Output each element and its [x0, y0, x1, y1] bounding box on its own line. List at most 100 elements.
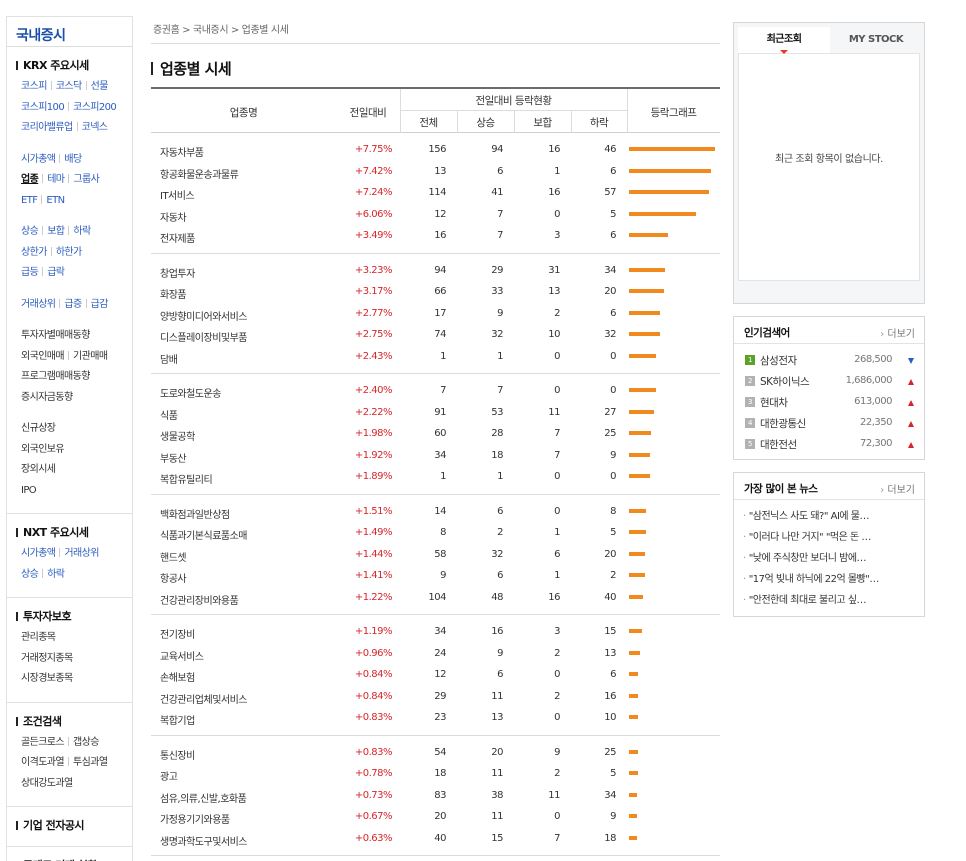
sidebar-link[interactable]: 급등 — [21, 267, 39, 278]
sidebar-link[interactable]: 급증 — [64, 299, 82, 310]
table-row[interactable]: 전자제품 +3.49% 16 7 3 6 — [151, 225, 720, 247]
sidebar-title[interactable]: 국내증시 — [7, 17, 132, 47]
sidebar-link[interactable]: 하락 — [47, 569, 65, 580]
popular-item[interactable]: 1 삼성전자 268,500 — [734, 350, 924, 371]
sector-name[interactable]: 디스플레이장비및부품 — [160, 329, 248, 344]
sidebar-link[interactable]: 기관매매 — [73, 351, 108, 362]
table-row[interactable]: 교육서비스 +0.96% 24 9 2 13 — [151, 643, 720, 665]
sidebar-link[interactable]: 투심과열 — [73, 757, 108, 768]
sector-name[interactable]: 복합기업 — [160, 712, 195, 727]
sidebar-link[interactable]: 증시자금동향 — [21, 392, 73, 403]
sidebar-link[interactable]: 거래상위 — [21, 299, 56, 310]
sidebar-link[interactable]: 급감 — [91, 299, 109, 310]
sidebar-link[interactable]: 코넥스 — [82, 122, 108, 133]
stock-name[interactable]: 대한전선 — [760, 437, 797, 452]
stock-name[interactable]: 삼성전자 — [760, 353, 797, 368]
sector-name[interactable]: 도로와철도운송 — [160, 385, 221, 400]
sidebar-link[interactable]: 관리종목 — [21, 632, 56, 643]
sidebar-section-title[interactable]: NXT 주요시세 — [16, 524, 132, 542]
sidebar-section-title[interactable]: 기업 전자공시 — [16, 817, 132, 835]
sector-name[interactable]: 전기장비 — [160, 626, 195, 641]
stock-name[interactable]: 현대차 — [760, 395, 788, 410]
sector-name[interactable]: 가정용기기와용품 — [160, 811, 230, 826]
table-row[interactable]: 건강관리장비와용품 +1.22% 104 48 16 40 — [151, 587, 720, 609]
sidebar-link[interactable]: 코스피 — [21, 81, 47, 92]
table-row[interactable]: 양방향미디어와서비스 +2.77% 17 9 2 6 — [151, 303, 720, 325]
sidebar-link[interactable]: 장외시세 — [21, 464, 56, 475]
table-row[interactable]: 가정용기기와용품 +0.67% 20 11 0 9 — [151, 806, 720, 828]
sidebar-link[interactable]: 선물 — [91, 81, 109, 92]
sector-name[interactable]: 항공사 — [160, 570, 187, 585]
table-row[interactable]: 생명과학도구및서비스 +0.63% 40 15 7 18 — [151, 828, 720, 850]
sector-name[interactable]: 전자제품 — [160, 230, 195, 245]
table-row[interactable]: 디스플레이장비및부품 +2.75% 74 32 10 32 — [151, 324, 720, 346]
table-row[interactable]: 복합유틸리티 +1.89% 1 1 0 0 — [151, 466, 720, 488]
sidebar-section-title[interactable]: KRX 주요시세 — [16, 57, 132, 75]
sidebar-link[interactable]: 갭상승 — [73, 737, 99, 748]
table-row[interactable]: 핸드셋 +1.44% 58 32 6 20 — [151, 544, 720, 566]
table-row[interactable]: 생물공학 +1.98% 60 28 7 25 — [151, 423, 720, 445]
sidebar-link[interactable]: 시가총액 — [21, 154, 56, 165]
table-row[interactable]: 광고 +0.78% 18 11 2 5 — [151, 763, 720, 785]
sidebar-section-title[interactable]: 공매도 거래 현황 — [16, 857, 132, 861]
sector-name[interactable]: 화장품 — [160, 286, 187, 301]
news-item[interactable]: "낮에 주식창만 보더니 밤에… — [734, 548, 922, 569]
table-row[interactable]: 자동차 +6.06% 12 7 0 5 — [151, 204, 720, 226]
sector-name[interactable]: 자동차부품 — [160, 144, 204, 159]
sidebar-link[interactable]: 코스닥 — [56, 81, 82, 92]
news-item[interactable]: "삼전닉스 사도 돼?" AI에 물… — [734, 506, 922, 527]
table-row[interactable]: 섬유,의류,신발,호화품 +0.73% 83 38 11 34 — [151, 785, 720, 807]
news-item[interactable]: "17억 빚내 하닉에 22억 몰빵"… — [734, 569, 922, 590]
sidebar-link[interactable]: 하락 — [73, 226, 91, 237]
sidebar-link[interactable]: 보합 — [47, 226, 65, 237]
sidebar-link[interactable]: 코스피100 — [21, 102, 65, 113]
sidebar-link[interactable]: 그룹사 — [73, 174, 99, 185]
sidebar-link[interactable]: 투자자별매매동향 — [21, 330, 90, 341]
sidebar-link[interactable]: 하한가 — [56, 247, 82, 258]
table-row[interactable]: 전기장비 +1.19% 34 16 3 15 — [151, 621, 720, 643]
sidebar-link[interactable]: 시장경보종목 — [21, 673, 73, 684]
sidebar-link[interactable]: IPO — [21, 485, 37, 496]
news-item[interactable]: "안전한데 최대로 불리고 싶… — [734, 590, 922, 611]
table-row[interactable]: 항공화물운송과물류 +7.42% 13 6 1 6 — [151, 161, 720, 183]
sidebar-link[interactable]: ETF — [21, 195, 38, 206]
sidebar-link[interactable]: 테마 — [47, 174, 65, 185]
sidebar-link[interactable]: 상대강도과열 — [21, 778, 73, 789]
sector-name[interactable]: 생명과학도구및서비스 — [160, 833, 248, 848]
table-row[interactable]: 백화점과일반상점 +1.51% 14 6 0 8 — [151, 501, 720, 523]
table-row[interactable]: 부동산 +1.92% 34 18 7 9 — [151, 445, 720, 467]
table-row[interactable]: 복합기업 +0.83% 23 13 0 10 — [151, 707, 720, 729]
sidebar-link[interactable]: 외국인매매 — [21, 351, 65, 362]
popular-item[interactable]: 2 SK하이닉스 1,686,000 — [734, 371, 924, 392]
sector-name[interactable]: 양방향미디어와서비스 — [160, 308, 248, 323]
sidebar-link[interactable]: 신규상장 — [21, 423, 56, 434]
sidebar-link[interactable]: 급락 — [47, 267, 65, 278]
sector-name[interactable]: 통신장비 — [160, 747, 195, 762]
sidebar-link[interactable]: 시가총액 — [21, 548, 56, 559]
sidebar-link[interactable]: 이격도과열 — [21, 757, 65, 768]
sidebar-link[interactable]: 배당 — [64, 154, 82, 165]
table-row[interactable]: IT서비스 +7.24% 114 41 16 57 — [151, 182, 720, 204]
table-row[interactable]: 식품 +2.22% 91 53 11 27 — [151, 402, 720, 424]
table-row[interactable]: 식품과기본식료품소매 +1.49% 8 2 1 5 — [151, 522, 720, 544]
sector-name[interactable]: 담배 — [160, 351, 178, 366]
sidebar-link[interactable]: 프로그램매매동향 — [21, 371, 90, 382]
sidebar-link[interactable]: 코리아밸류업 — [21, 122, 73, 133]
news-more-link[interactable]: › 더보기 — [880, 481, 915, 496]
sidebar-link[interactable]: 거래정지종목 — [21, 653, 73, 664]
news-item[interactable]: "이러다 나만 거지" "먹은 돈 … — [734, 527, 922, 548]
table-row[interactable]: 화장품 +3.17% 66 33 13 20 — [151, 281, 720, 303]
sector-name[interactable]: 건강관리업체및서비스 — [160, 691, 248, 706]
sidebar-link[interactable]: 상승 — [21, 226, 39, 237]
popular-more-link[interactable]: › 더보기 — [880, 325, 915, 340]
table-row[interactable]: 손해보험 +0.84% 12 6 0 6 — [151, 664, 720, 686]
sidebar-link[interactable]: 상승 — [21, 569, 39, 580]
sector-name[interactable]: 섬유,의류,신발,호화품 — [160, 790, 247, 805]
sidebar-link[interactable]: 골든크로스 — [21, 737, 65, 748]
sector-name[interactable]: IT서비스 — [160, 187, 195, 202]
tab-my-stock[interactable]: MY STOCK — [830, 27, 922, 53]
sidebar-link[interactable]: 코스피200 — [73, 102, 117, 113]
sector-name[interactable]: 광고 — [160, 768, 178, 783]
sector-name[interactable]: 창업투자 — [160, 265, 195, 280]
sidebar-link[interactable]: 외국인보유 — [21, 444, 65, 455]
